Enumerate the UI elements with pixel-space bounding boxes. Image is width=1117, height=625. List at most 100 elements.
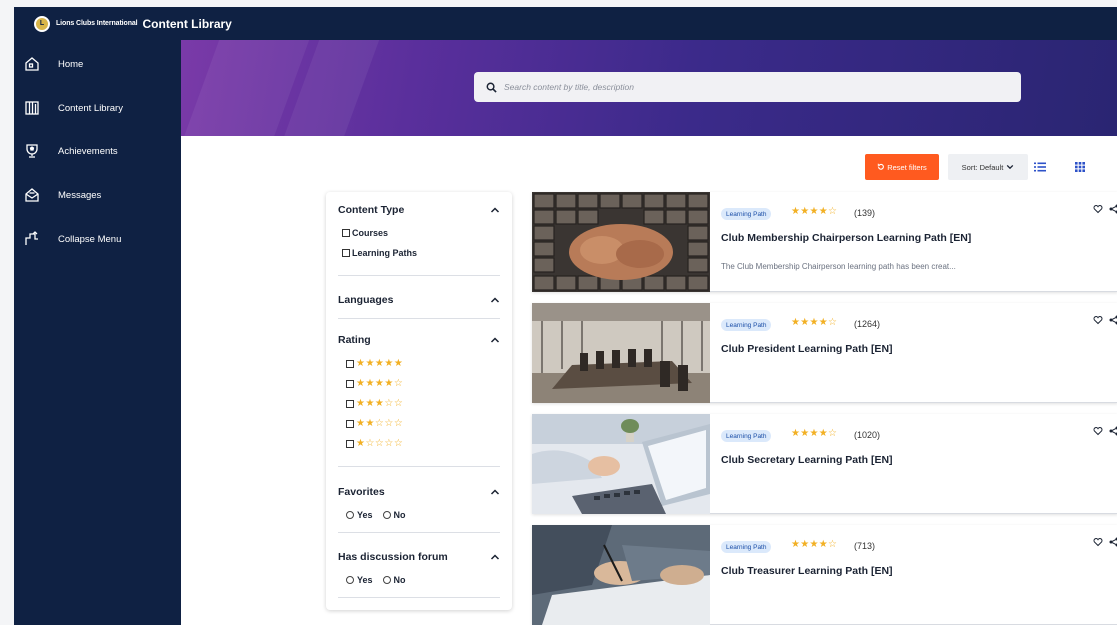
card-thumbnail-signing[interactable] <box>532 525 710 625</box>
sidebar-item-home[interactable]: Home <box>14 49 181 79</box>
content-card[interactable]: Learning Path ★★★★☆ (139) Club Membershi… <box>532 192 1117 292</box>
filter-option-courses[interactable]: Courses <box>342 228 388 238</box>
card-body: Learning Path ★★★★☆ (1264) Club Presiden… <box>721 303 1081 403</box>
chevron-up-icon[interactable] <box>490 335 500 345</box>
star-rating-icon: ★★★★★ <box>356 358 404 369</box>
filter-rating-3[interactable]: ★★★☆☆ <box>346 398 403 409</box>
content-card[interactable]: Learning Path ★★★★☆ (1264) Club Presiden… <box>532 303 1117 403</box>
sort-dropdown[interactable]: Sort: Default <box>948 154 1028 180</box>
filter-title-rating: Rating <box>338 334 371 346</box>
content-card[interactable]: Learning Path ★★★★☆ (713) Club Treasurer… <box>532 525 1117 625</box>
sidebar-item-label: Messages <box>58 189 102 201</box>
radio-label: Yes <box>357 510 373 520</box>
rating-count: (1020) <box>854 430 881 440</box>
radio-yes[interactable] <box>346 576 354 584</box>
heart-icon[interactable] <box>1093 204 1103 214</box>
rating-count: (139) <box>854 208 876 218</box>
radio-no[interactable] <box>382 576 391 584</box>
content-type-badge: Learning Path <box>721 208 772 220</box>
share-icon[interactable] <box>1109 426 1117 436</box>
checkbox[interactable] <box>346 379 354 388</box>
rating-count: (713) <box>854 541 876 551</box>
sidebar: Home Content Library Achievements Messag… <box>14 40 181 625</box>
filter-divider <box>338 532 500 533</box>
collapse-icon <box>24 231 40 247</box>
brand-name: Lions Clubs International <box>56 20 138 27</box>
radio-yes[interactable] <box>346 511 354 519</box>
checkbox[interactable] <box>346 359 354 368</box>
checkbox[interactable] <box>342 249 350 257</box>
grid-view-icon[interactable] <box>1074 161 1086 173</box>
sidebar-item-messages[interactable]: Messages <box>14 180 181 210</box>
filter-title-discussion-forum: Has discussion forum <box>338 551 448 563</box>
app-title: Content Library <box>142 16 232 31</box>
content-card[interactable]: Learning Path ★★★★☆ (1020) Club Secretar… <box>532 414 1117 514</box>
chevron-up-icon[interactable] <box>490 295 500 305</box>
filter-rating-5[interactable]: ★★★★★ <box>346 358 403 369</box>
window-margin-top <box>0 0 1117 7</box>
discussion-options: Yes No <box>346 575 406 585</box>
star-rating-icon: ★★☆☆☆ <box>356 418 404 429</box>
reset-icon <box>877 163 885 170</box>
chevron-up-icon[interactable] <box>490 487 500 497</box>
filter-option-learning-paths[interactable]: Learning Paths <box>342 248 417 258</box>
chevron-up-icon[interactable] <box>490 205 500 215</box>
card-title[interactable]: Club Secretary Learning Path [EN] <box>721 454 893 466</box>
filter-rating-1[interactable]: ★☆☆☆☆ <box>346 438 403 449</box>
sidebar-item-label: Achievements <box>58 145 118 157</box>
share-icon[interactable] <box>1109 204 1117 214</box>
library-icon <box>24 100 40 116</box>
filter-rating-4[interactable]: ★★★★☆ <box>346 378 403 389</box>
sidebar-item-label: Collapse Menu <box>58 233 122 245</box>
hero-banner <box>181 40 1117 136</box>
home-icon <box>24 56 40 72</box>
sidebar-item-achievements[interactable]: Achievements <box>14 136 181 166</box>
star-rating-icon: ★★★★☆ <box>356 378 404 389</box>
app-frame: L Lions Clubs International Content Libr… <box>0 0 1117 625</box>
share-icon[interactable] <box>1109 315 1117 325</box>
chevron-down-icon <box>1007 164 1014 170</box>
star-rating-icon: ★☆☆☆☆ <box>356 438 404 449</box>
filter-rating-2[interactable]: ★★☆☆☆ <box>346 418 403 429</box>
checkbox[interactable] <box>346 419 354 428</box>
messages-icon <box>24 187 40 203</box>
checkbox[interactable] <box>346 439 354 448</box>
search-icon <box>486 82 497 93</box>
checkbox[interactable] <box>346 399 354 408</box>
share-icon[interactable] <box>1109 537 1117 547</box>
list-view-icon[interactable] <box>1034 161 1046 173</box>
card-actions <box>1088 537 1117 547</box>
filter-option-label: Courses <box>352 228 389 238</box>
card-title[interactable]: Club Treasurer Learning Path [EN] <box>721 565 893 577</box>
reset-filters-button[interactable]: Reset filters <box>865 154 939 180</box>
window-margin-left <box>0 0 14 625</box>
top-bar: L Lions Clubs International Content Libr… <box>14 7 1117 40</box>
card-thumbnail-video-grid[interactable] <box>532 192 710 292</box>
heart-icon[interactable] <box>1093 537 1103 547</box>
heart-icon[interactable] <box>1093 315 1103 325</box>
search-input[interactable] <box>504 82 1004 92</box>
heart-icon[interactable] <box>1093 426 1103 436</box>
card-title[interactable]: Club Membership Chairperson Learning Pat… <box>721 232 971 244</box>
radio-label: No <box>393 575 406 585</box>
laptop-desk-image <box>532 414 710 514</box>
checkbox[interactable] <box>342 229 350 237</box>
chevron-up-icon[interactable] <box>490 552 500 562</box>
filter-title-favorites: Favorites <box>338 486 385 498</box>
rating-stars-icon: ★★★★☆ <box>791 539 838 550</box>
sidebar-item-content-library[interactable]: Content Library <box>14 93 181 123</box>
card-body: Learning Path ★★★★☆ (713) Club Treasurer… <box>721 525 1081 625</box>
sidebar-item-collapse-menu[interactable]: Collapse Menu <box>14 224 181 254</box>
card-thumbnail-laptop[interactable] <box>532 414 710 514</box>
search-bar[interactable] <box>474 72 1021 102</box>
filter-option-label: Learning Paths <box>352 248 418 258</box>
card-thumbnail-boardroom[interactable] <box>532 303 710 403</box>
radio-no[interactable] <box>382 511 391 519</box>
filter-title-languages: Languages <box>338 294 394 306</box>
lions-seal-logo[interactable]: L <box>34 15 50 32</box>
filter-divider <box>338 275 500 276</box>
filter-divider <box>338 318 500 319</box>
rating-count: (1264) <box>854 319 881 329</box>
card-actions <box>1088 426 1117 436</box>
card-title[interactable]: Club President Learning Path [EN] <box>721 343 893 355</box>
